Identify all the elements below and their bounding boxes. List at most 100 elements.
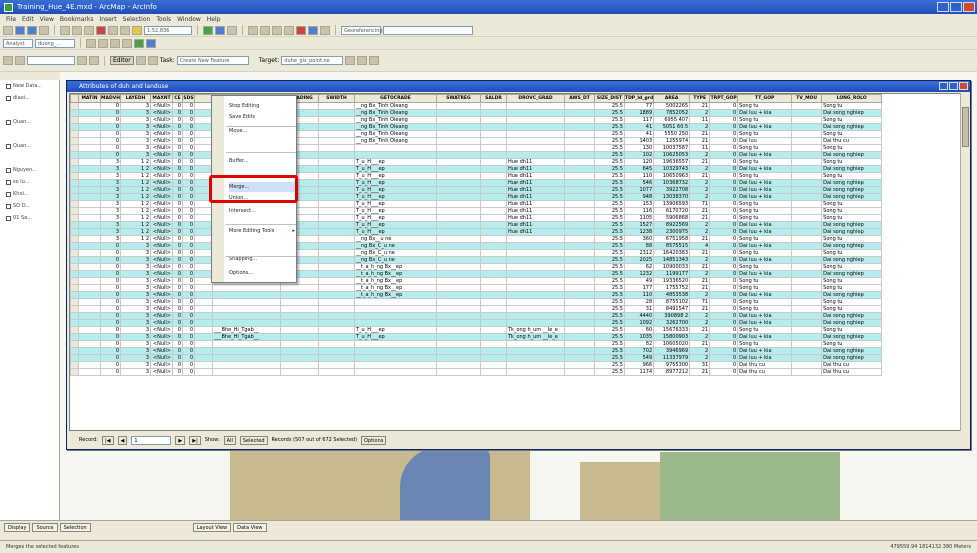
table-cell[interactable] (436, 354, 481, 362)
toc-item[interactable]: Khoi... (0, 188, 59, 200)
table-cell[interactable]: Dai song nghiep (821, 165, 883, 173)
table-cell[interactable]: 21 (689, 326, 711, 334)
table-cell[interactable] (318, 354, 355, 362)
table-cell[interactable] (791, 368, 823, 376)
table-cell[interactable] (78, 333, 101, 341)
table-cell[interactable]: 0 (709, 333, 739, 341)
menu-edit[interactable]: Edit (22, 16, 34, 23)
table-cell[interactable]: Dai thu cu (821, 137, 883, 145)
table-cell[interactable]: Song tu (821, 305, 883, 313)
column-header[interactable]: DROVC_GRAD (506, 94, 565, 103)
table-cell[interactable]: Song tu (737, 200, 793, 208)
table-cell[interactable] (506, 284, 565, 292)
table-cell[interactable] (318, 186, 355, 194)
table-cell[interactable] (436, 123, 481, 131)
table-cell[interactable] (280, 368, 319, 376)
table-cell[interactable] (194, 137, 213, 145)
table-cell[interactable] (194, 291, 213, 299)
table-cell[interactable] (436, 130, 481, 138)
table-cell[interactable]: 3922708 (653, 186, 691, 194)
table-cell[interactable]: Dai song nghiep (821, 312, 883, 320)
column-header[interactable]: TDP_Id_grd (623, 94, 655, 103)
table-cell[interactable]: Song tu (821, 144, 883, 152)
table-cell[interactable]: 10368732 (653, 179, 691, 187)
table-cell[interactable]: 0 (182, 186, 195, 194)
table-cell[interactable] (436, 263, 481, 271)
tab-selection[interactable]: Selection (59, 522, 91, 532)
table-cell[interactable]: 0 (100, 256, 121, 264)
table-cell[interactable]: <Null> (150, 270, 173, 278)
table-cell[interactable]: Song tu (737, 284, 793, 292)
table-cell[interactable] (436, 179, 481, 187)
table-cell[interactable] (78, 368, 101, 376)
table-cell[interactable] (480, 214, 507, 222)
table-cell[interactable]: 0 (100, 291, 121, 299)
table-cell[interactable]: 3 (120, 256, 151, 264)
toc-item[interactable]: Quan... (0, 140, 59, 152)
table-cell[interactable]: 21 (689, 235, 711, 243)
table-cell[interactable]: 3 (100, 186, 121, 194)
table-cell[interactable]: __ng Bx_Tinh Oleang (354, 137, 437, 145)
table-cell[interactable] (280, 326, 319, 334)
table-cell[interactable]: 8575515 (653, 242, 691, 250)
table-cell[interactable]: Hue dh11 (506, 172, 565, 180)
table-cell[interactable] (436, 137, 481, 145)
table-cell[interactable]: 0 (709, 347, 739, 355)
table-cell[interactable]: 0 (709, 368, 739, 376)
tool-icon[interactable] (110, 38, 120, 48)
table-cell[interactable] (318, 116, 355, 124)
table-cell[interactable] (480, 228, 507, 236)
table-cell[interactable]: 3 (100, 158, 121, 166)
row-selector[interactable] (70, 263, 79, 271)
table-cell[interactable] (791, 347, 823, 355)
table-row[interactable]: 03<Null>00____a_3_b_3__t_a_h_ng Bx__ep25… (70, 263, 883, 271)
table-cell[interactable]: 19636557 (653, 158, 691, 166)
table-cell[interactable]: 25.5 (594, 263, 625, 271)
table-cell[interactable]: 5051 60.5 (653, 123, 691, 131)
table-cell[interactable]: 0 (709, 249, 739, 257)
table-row[interactable]: 0 3 <Null> 0 0 25.5 1174 8977212 21 0 Dai thu cu Da… (70, 368, 883, 376)
table-cell[interactable]: 0 (182, 151, 195, 159)
row-selector[interactable] (70, 319, 79, 327)
table-cell[interactable]: 0 (709, 158, 739, 166)
checkbox-icon[interactable] (6, 167, 11, 173)
table-cell[interactable]: 25.5 (594, 144, 625, 152)
table-cell[interactable] (480, 102, 507, 110)
table-cell[interactable] (78, 200, 101, 208)
table-cell[interactable] (436, 172, 481, 180)
table-cell[interactable]: 49 (623, 277, 655, 285)
table-cell[interactable]: <Null> (150, 291, 173, 299)
table-cell[interactable]: Dai luu + kia (737, 319, 793, 327)
table-cell[interactable]: Song tu (821, 298, 883, 306)
table-cell[interactable]: Dai thu cu (821, 361, 883, 369)
table-cell[interactable] (480, 256, 507, 264)
row-selector[interactable] (70, 179, 79, 187)
table-cell[interactable]: Song tu (821, 340, 883, 348)
table-cell[interactable] (194, 305, 213, 313)
table-cell[interactable]: Dai luu + kia (737, 179, 793, 187)
table-cell[interactable]: 0 (172, 291, 183, 299)
table-cell[interactable] (78, 193, 101, 201)
table-cell[interactable]: Dai song nghiep (821, 193, 883, 201)
table-cell[interactable]: 25.5 (594, 312, 625, 320)
table-cell[interactable] (280, 333, 319, 341)
table-row[interactable]: 31 2 <Null> 0 0 T_u_H___ep Hue dh11 25.5 948 130… (70, 193, 883, 201)
cut-icon[interactable] (60, 25, 70, 35)
table-cell[interactable] (212, 305, 281, 313)
table-cell[interactable] (436, 333, 481, 341)
table-cell[interactable]: 0 (709, 214, 739, 222)
table-cell[interactable]: 21 (689, 368, 711, 376)
table-cell[interactable]: 2 (689, 312, 711, 320)
table-row[interactable]: 0 3 <Null> 0 0 25.5 1092 3262700 2 0 Dai luu + kia… (70, 319, 883, 327)
table-cell[interactable]: 3 (120, 361, 151, 369)
table-cell[interactable]: Dai song nghiep (821, 123, 883, 131)
table-cell[interactable] (480, 340, 507, 348)
table-cell[interactable]: Song tu (821, 158, 883, 166)
table-cell[interactable] (506, 249, 565, 257)
table-cell[interactable]: 0 (182, 298, 195, 306)
table-cell[interactable] (480, 249, 507, 257)
table-cell[interactable]: 8755102 (653, 298, 691, 306)
table-cell[interactable] (506, 347, 565, 355)
table-cell[interactable]: 0 (182, 312, 195, 320)
table-cell[interactable] (564, 368, 595, 376)
